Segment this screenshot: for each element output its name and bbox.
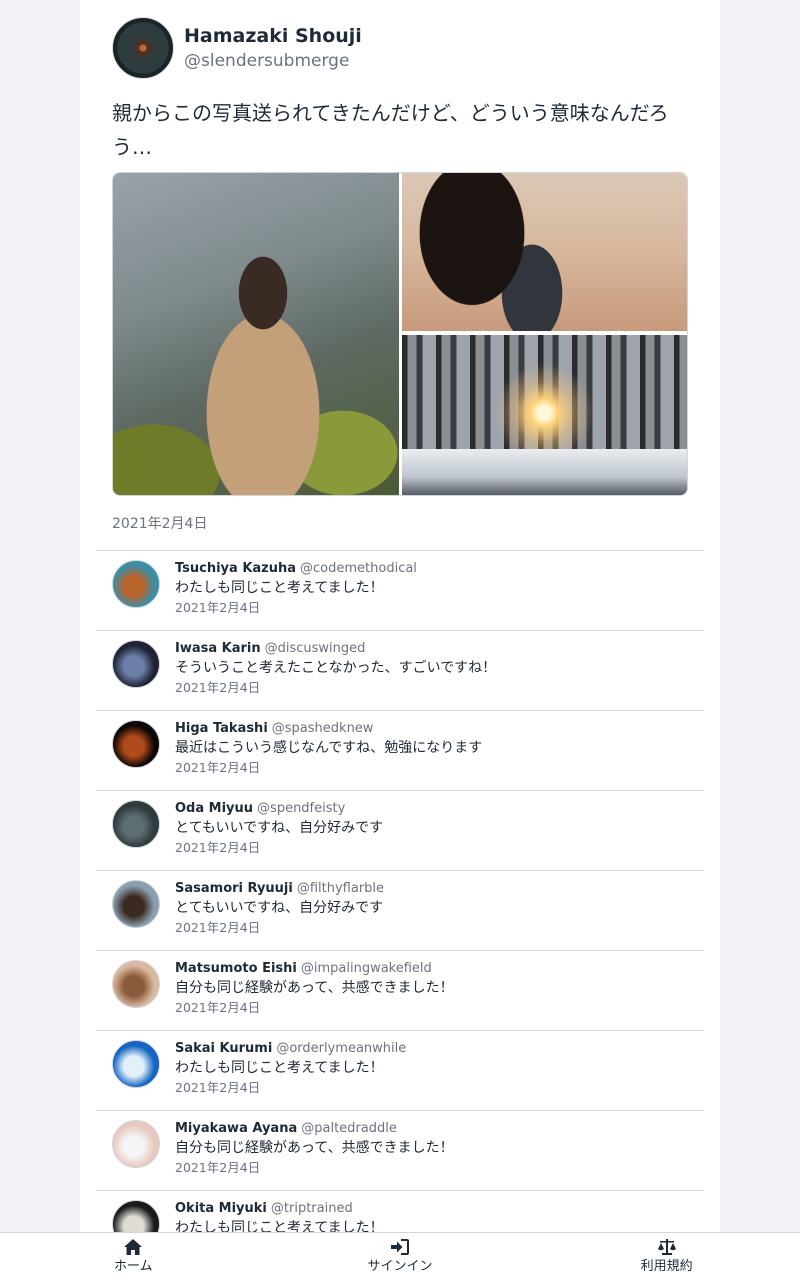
reply-avatar[interactable]: [112, 800, 160, 848]
post-text: 親からこの写真送られてきたんだけど、どういう意味なんだろう…: [112, 101, 669, 159]
bottom-nav: ホーム サインイン 利用規約: [0, 1232, 800, 1280]
reply-text: わたしも同じこと考えてました！: [175, 580, 384, 596]
reply-avatar[interactable]: [112, 560, 160, 608]
balance-scale-icon: [657, 1238, 676, 1255]
reply-author-name[interactable]: Sakai Kurumi: [175, 1041, 272, 1056]
nav-home[interactable]: ホーム: [0, 1233, 267, 1280]
reply-text: 最近はこういう感じなんですね、勉強になります: [175, 740, 483, 756]
reply-author-handle: @discuswinged: [264, 641, 366, 656]
reply-avatar[interactable]: [112, 960, 160, 1008]
nav-terms[interactable]: 利用規約: [533, 1233, 800, 1280]
reply-author-name[interactable]: Matsumoto Eishi: [175, 961, 297, 976]
reply-text: とてもいいですね、自分好みです: [175, 820, 384, 836]
reply-avatar[interactable]: [112, 720, 160, 768]
reply-item[interactable]: Miyakawa Ayana @paltedraddle 自分も同じ経験があって、共…: [96, 1110, 704, 1190]
reply-date: 2021年2月4日: [175, 840, 261, 855]
reply-text: 自分も同じ経験があって、共感できました！: [175, 1140, 454, 1156]
reply-author-name[interactable]: Higa Takashi: [175, 721, 268, 736]
post-card: Hamazaki Shouji @slendersubmerge 親からこの写真…: [80, 0, 720, 1280]
reply-date: 2021年2月4日: [175, 760, 261, 775]
reply-author-handle: @orderlymeanwhile: [276, 1041, 407, 1056]
reply-date: 2021年2月4日: [175, 600, 261, 615]
home-icon: [124, 1238, 143, 1255]
reply-text: とてもいいですね、自分好みです: [175, 900, 384, 916]
nav-signin-label: サインイン: [367, 1258, 433, 1274]
author-name[interactable]: Hamazaki Shouji: [184, 23, 362, 49]
post-author[interactable]: Hamazaki Shouji @slendersubmerge: [112, 16, 688, 80]
reply-list: Tsuchiya Kazuha @codemethodical わたしも同じこと考え…: [80, 550, 720, 1270]
reply-item[interactable]: Sakai Kurumi @orderlymeanwhile わたしも同じこと考えて…: [96, 1030, 704, 1110]
post-date: 2021年2月4日: [112, 516, 208, 532]
reply-author-handle: @triptrained: [270, 1201, 353, 1216]
reply-author-handle: @filthyflarble: [296, 881, 385, 896]
reply-item[interactable]: Oda Miyuu @spendfeisty とてもいいですね、自分好みです 2021…: [96, 790, 704, 870]
man-in-suit-photo[interactable]: [113, 173, 399, 495]
reply-item[interactable]: Iwasa Karin @discuswinged そういうこと考えたことなかった、…: [96, 630, 704, 710]
reply-text: 自分も同じ経験があって、共感できました！: [175, 980, 454, 996]
reply-date: 2021年2月4日: [175, 1080, 261, 1095]
reply-date: 2021年2月4日: [175, 1000, 261, 1015]
nav-home-label: ホーム: [114, 1258, 153, 1274]
reply-author-handle: @impalingwakefield: [300, 961, 432, 976]
reply-author-handle: @spendfeisty: [257, 801, 346, 816]
reply-avatar[interactable]: [112, 640, 160, 688]
post-image-gallery: [112, 172, 688, 496]
nav-signin[interactable]: サインイン: [267, 1233, 534, 1280]
reply-item[interactable]: Sasamori Ryuuji @filthyflarble とてもいいですね、自分…: [96, 870, 704, 950]
reply-author-name[interactable]: Iwasa Karin: [175, 641, 261, 656]
reply-date: 2021年2月4日: [175, 920, 261, 935]
reply-date: 2021年2月4日: [175, 680, 261, 695]
reply-date: 2021年2月4日: [175, 1160, 261, 1175]
woman-hair-photo[interactable]: [402, 173, 687, 331]
reply-author-handle: @paltedraddle: [301, 1121, 397, 1136]
snowy-forest-sunrise-photo[interactable]: [402, 335, 687, 495]
author-handle: @slendersubmerge: [184, 51, 350, 71]
sign-in-icon: [391, 1238, 409, 1255]
post: Hamazaki Shouji @slendersubmerge 親からこの写真…: [80, 0, 720, 534]
reply-avatar[interactable]: [112, 1040, 160, 1088]
reply-avatar[interactable]: [112, 1120, 160, 1168]
reply-text: わたしも同じこと考えてました！: [175, 1060, 384, 1076]
reply-avatar[interactable]: [112, 880, 160, 928]
author-avatar[interactable]: [112, 17, 174, 79]
nav-terms-label: 利用規約: [640, 1258, 693, 1274]
reply-author-handle: @spashedknew: [271, 721, 374, 736]
reply-author-name[interactable]: Tsuchiya Kazuha: [175, 561, 296, 576]
reply-author-handle: @codemethodical: [300, 561, 417, 576]
reply-item[interactable]: Matsumoto Eishi @impalingwakefield 自分も同じ経験…: [96, 950, 704, 1030]
reply-author-name[interactable]: Oda Miyuu: [175, 801, 253, 816]
reply-author-name[interactable]: Sasamori Ryuuji: [175, 881, 293, 896]
reply-item[interactable]: Higa Takashi @spashedknew 最近はこういう感じなんですね、勉…: [96, 710, 704, 790]
reply-item[interactable]: Tsuchiya Kazuha @codemethodical わたしも同じこと考え…: [96, 550, 704, 630]
reply-text: そういうこと考えたことなかった、すごいですね！: [175, 660, 497, 676]
reply-author-name[interactable]: Okita Miyuki: [175, 1201, 267, 1216]
reply-author-name[interactable]: Miyakawa Ayana: [175, 1121, 297, 1136]
